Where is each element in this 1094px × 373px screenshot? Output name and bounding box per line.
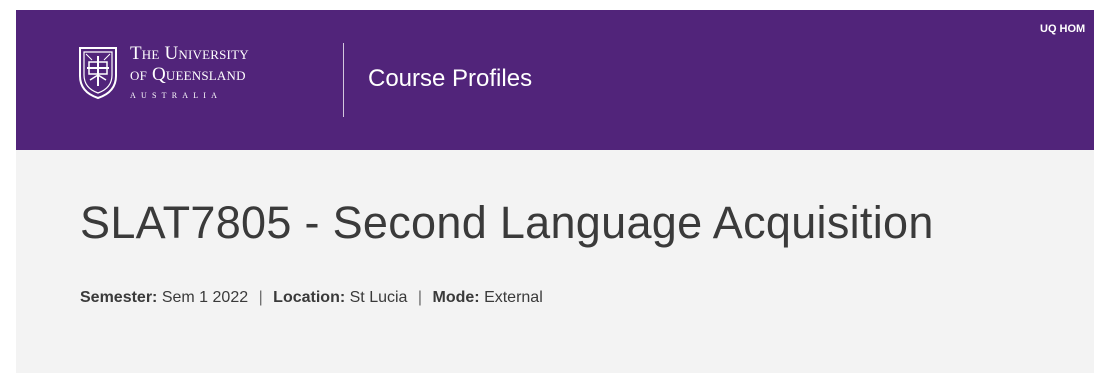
page: The University of Queensland AUSTRALIA C… [0, 0, 1094, 373]
university-name-line1: The University [130, 43, 249, 64]
university-wordmark[interactable]: The University of Queensland AUSTRALIA [130, 44, 249, 100]
semester-value: Sem 1 2022 [161, 289, 249, 306]
mode-value: External [484, 289, 543, 306]
course-title: SLAT7805 - Second Language Acquisition [80, 197, 934, 248]
university-name-line2: of Queensland [130, 64, 246, 85]
location-label: Location: [273, 289, 346, 306]
mode-label: Mode: [432, 289, 480, 306]
meta-separator: | [417, 289, 423, 306]
header-divider [343, 43, 344, 117]
site-title[interactable]: Course Profiles [368, 65, 532, 93]
course-meta: Semester: Sem 1 2022 | Location: St Luci… [80, 289, 543, 307]
meta-separator: | [258, 289, 263, 306]
location-value: St Lucia [349, 289, 408, 306]
course-banner: SLAT7805 - Second Language Acquisition S… [16, 150, 1094, 373]
university-country: AUSTRALIA [130, 91, 223, 100]
site-header: The University of Queensland AUSTRALIA C… [16, 10, 1094, 150]
uq-crest-icon[interactable] [78, 46, 118, 100]
uq-home-link[interactable]: UQ HOM [1040, 23, 1085, 35]
semester-label: Semester: [80, 289, 158, 306]
